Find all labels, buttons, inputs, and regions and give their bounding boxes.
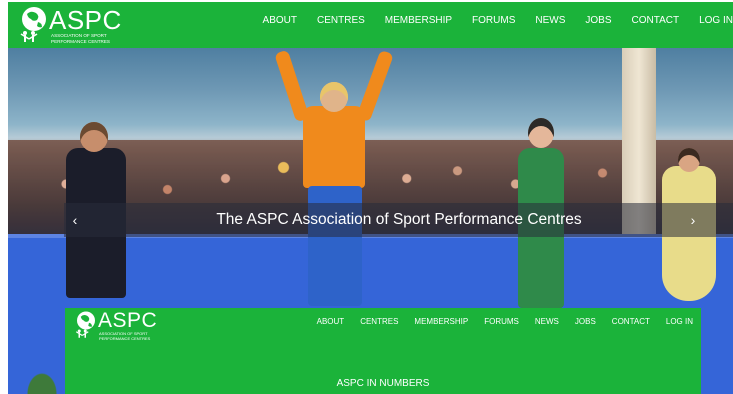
site-logo[interactable]: ASPC ASSOCIATION OF SPORT PERFORMANCE CE… bbox=[18, 5, 128, 46]
athlete-center-head bbox=[320, 82, 348, 112]
panel-nav-forums[interactable]: FORUMS bbox=[484, 317, 519, 326]
nav-news[interactable]: NEWS bbox=[535, 15, 565, 26]
nav-contact[interactable]: CONTACT bbox=[632, 15, 680, 26]
panel-logo-subtitle-line2: PERFORMANCE CENTRES bbox=[99, 335, 151, 341]
nav-log-in[interactable]: LOG IN bbox=[699, 15, 733, 26]
slider-prev-icon[interactable]: ‹ bbox=[66, 208, 84, 232]
aspc-logo-icon bbox=[20, 7, 46, 42]
page: ASPC ASSOCIATION OF SPORT PERFORMANCE CE… bbox=[0, 0, 733, 394]
panel-nav-log-in[interactable]: LOG IN bbox=[666, 317, 693, 326]
main-nav: ABOUT CENTRES MEMBERSHIP FORUMS NEWS JOB… bbox=[243, 2, 733, 38]
slider-next-icon[interactable]: › bbox=[684, 208, 702, 232]
panel-nav-about[interactable]: ABOUT bbox=[317, 317, 345, 326]
panel-nav-jobs[interactable]: JOBS bbox=[575, 317, 596, 326]
panel-logo-subtitle: ASSOCIATION OF SPORT PERFORMANCE CENTRES bbox=[99, 331, 189, 341]
athlete-right-head bbox=[528, 118, 554, 148]
nav-forums[interactable]: FORUMS bbox=[472, 15, 515, 26]
logo-subtitle: ASSOCIATION OF SPORT PERFORMANCE CENTRES bbox=[51, 33, 141, 44]
site-header: ASPC ASSOCIATION OF SPORT PERFORMANCE CE… bbox=[8, 2, 733, 48]
panel-nav-news[interactable]: NEWS bbox=[535, 317, 559, 326]
panel-logo[interactable]: ASPC ASSOCIATION OF SPORT PERFORMANCE CE… bbox=[74, 309, 170, 344]
athlete-center-body bbox=[303, 106, 365, 188]
logo-title: ASPC bbox=[49, 5, 122, 35]
panel-nav-centres[interactable]: CENTRES bbox=[360, 317, 398, 326]
logo-subtitle-line2: PERFORMANCE CENTRES bbox=[51, 38, 110, 44]
panel-nav: ABOUT CENTRES MEMBERSHIP FORUMS NEWS JOB… bbox=[301, 308, 693, 334]
section-title: ASPC IN NUMBERS bbox=[336, 378, 430, 389]
hero-caption: The ASPC Association of Sport Performanc… bbox=[216, 211, 582, 228]
nav-jobs[interactable]: JOBS bbox=[585, 15, 611, 26]
panel-logo-title: ASPC bbox=[98, 309, 158, 332]
hero-caption-bar: The ASPC Association of Sport Performanc… bbox=[64, 203, 733, 237]
athlete-left-head bbox=[80, 122, 108, 152]
panel-nav-membership[interactable]: MEMBERSHIP bbox=[414, 317, 468, 326]
hero-plant bbox=[22, 366, 62, 394]
inset-header-panel: ASPC ASSOCIATION OF SPORT PERFORMANCE CE… bbox=[65, 308, 701, 394]
aspc-logo-icon bbox=[75, 311, 95, 338]
nav-about[interactable]: ABOUT bbox=[263, 15, 297, 26]
spectator-far-right-head bbox=[678, 148, 700, 172]
nav-centres[interactable]: CENTRES bbox=[317, 15, 365, 26]
nav-membership[interactable]: MEMBERSHIP bbox=[385, 15, 452, 26]
panel-nav-contact[interactable]: CONTACT bbox=[612, 317, 650, 326]
